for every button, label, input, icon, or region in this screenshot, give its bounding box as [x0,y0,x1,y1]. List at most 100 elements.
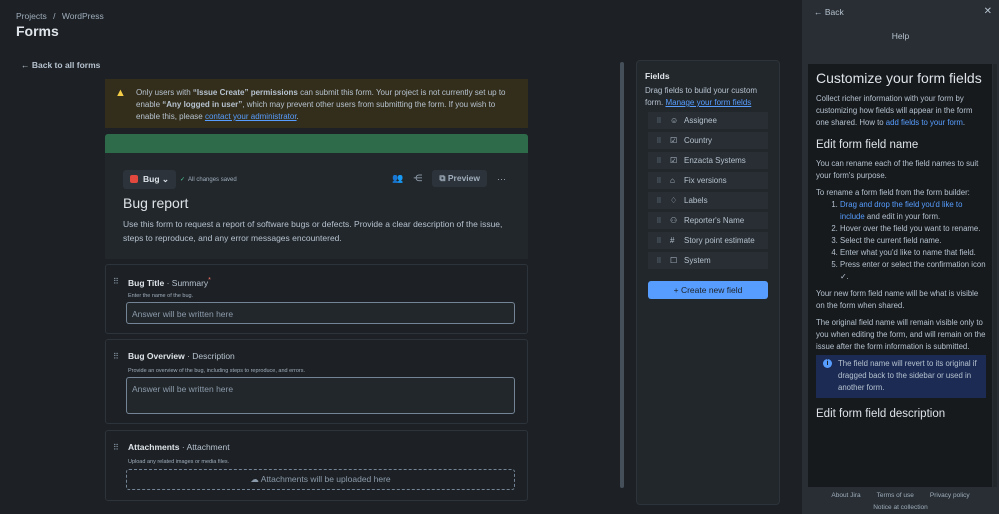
create-field-button[interactable]: + Create new field [648,281,768,299]
step: Select the current field name. [840,235,986,247]
field-item[interactable]: ⠿ # Story point estimate [648,232,768,249]
field-item[interactable]: ⠿ ☺ Assignee [648,112,768,129]
help-scrollbar[interactable] [993,64,997,487]
help-intro: Collect richer information with your for… [816,93,986,129]
field-type: · Attachment [181,442,230,452]
drag-handle-icon[interactable]: ⠿ [648,137,670,145]
field-name: Bug Title [128,277,165,288]
breadcrumb-separator: / [53,11,56,21]
field-item-label: Labels [684,196,708,205]
form-header: Bug ⌄ ✓ All changes saved 👥 ⋲ ⧉ Preview ·… [105,153,528,259]
breadcrumb: Projects / WordPress [16,11,104,21]
save-status: ✓ All changes saved [180,176,237,183]
drag-handle-icon[interactable]: ⠿ [113,352,119,361]
field-help[interactable]: Enter the name of the bug. [128,293,193,299]
back-to-forms-link[interactable]: ← Back to all forms [21,60,100,70]
form-color-banner[interactable] [105,134,528,153]
drag-handle-icon[interactable]: ⠿ [648,237,670,245]
arrow-left-icon: ← [814,7,825,17]
form-field-card[interactable]: ⠿ Bug Overview · Description Provide an … [105,339,528,424]
info-icon: i [823,359,832,368]
info-panel: i The field name will revert to its origi… [816,355,986,398]
permission-warning: ▲ Only users with “Issue Create” permiss… [105,79,528,128]
warning-text: Only users with [136,88,193,97]
field-item-label: Reporter's Name [684,216,745,225]
steps-list: Drag and drop the field you'd like to in… [816,199,986,283]
help-heading: Customize your form fields [816,70,982,86]
field-name: Attachments [128,442,180,452]
drag-handle-icon[interactable]: ⠿ [648,257,670,265]
help-paragraph: You can rename each of the field names t… [816,159,979,180]
field-type: · Description [187,351,235,361]
breadcrumb-project[interactable]: WordPress [62,11,104,21]
field-type-icon: ⚇ [670,216,678,225]
share-icon[interactable]: ⋲ [413,173,422,184]
drag-handle-icon[interactable]: ⠿ [648,217,670,225]
field-label[interactable]: Bug Title · Summary* [128,276,211,288]
add-fields-link[interactable]: add fields to your form [886,118,963,127]
answer-input[interactable]: Answer will be written here [126,302,515,324]
attachment-dropzone[interactable]: ☁ Attachments will be uploaded here [126,469,515,490]
issue-type-label: Bug [143,174,160,184]
external-link-icon: ⧉ [439,173,448,183]
main-scrollbar[interactable] [619,52,625,506]
form-field-card[interactable]: ⠿ Attachments · Attachment Upload any re… [105,430,528,501]
field-type-icon: ☑ [670,136,678,145]
dropzone-label: Attachments will be uploaded here [260,474,391,484]
field-label[interactable]: Attachments · Attachment [128,442,230,452]
field-item[interactable]: ⠿ ♢ Labels [648,192,768,209]
close-icon[interactable]: ✕ [984,6,992,17]
terms-link[interactable]: Terms of use [877,492,914,499]
field-item[interactable]: ⠿ ⌂ Fix versions [648,172,768,189]
field-item-label: Assignee [684,116,717,125]
field-item-label: Story point estimate [684,236,755,245]
more-icon[interactable]: ··· [497,174,506,184]
section-heading: Edit form field name [816,139,919,151]
help-paragraph: Your new form field name will be what is… [816,289,979,310]
manage-fields-link[interactable]: Manage your form fields [665,98,751,107]
field-name: Bug Overview [128,351,185,361]
scrollbar-thumb[interactable] [620,62,624,488]
field-item[interactable]: ⠿ ☑ Country [648,132,768,149]
people-icon[interactable]: 👥 [392,173,403,184]
form-title[interactable]: Bug report [123,195,188,211]
warning-any: “Any logged in user” [162,100,243,109]
field-item[interactable]: ⠿ ☐ System [648,252,768,269]
warning-perm: “Issue Create” permissions [192,88,298,97]
plus-icon: + [673,285,681,295]
notice-link[interactable]: Notice at collection [873,504,928,511]
step: Drag and drop the field you'd like to in… [840,199,986,223]
drag-handle-icon[interactable]: ⠿ [113,443,119,452]
drag-handle-icon[interactable]: ⠿ [648,157,670,165]
field-item[interactable]: ⠿ ⚇ Reporter's Name [648,212,768,229]
field-help[interactable]: Upload any related images or media files… [128,459,229,465]
field-type-icon: ☑ [670,156,678,165]
about-jira-link[interactable]: About Jira [831,492,860,499]
preview-button[interactable]: ⧉ Preview [432,170,487,187]
drag-handle-icon[interactable]: ⠿ [648,197,670,205]
help-back-button[interactable]: ← Back [814,7,844,17]
field-label[interactable]: Bug Overview · Description [128,351,235,361]
drag-handle-icon[interactable]: ⠿ [648,177,670,185]
privacy-link[interactable]: Privacy policy [930,492,970,499]
field-type-icon: ☺ [670,116,679,125]
chevron-down-icon: ⌄ [161,174,170,184]
step-text: and edit in your form. [864,212,941,221]
drag-handle-icon[interactable]: ⠿ [648,117,670,125]
form-description[interactable]: Use this form to request a report of sof… [123,217,508,245]
field-item-label: Enzacta Systems [684,156,746,165]
create-label: Create new field [680,285,743,295]
field-item[interactable]: ⠿ ☑ Enzacta Systems [648,152,768,169]
answer-textarea[interactable]: Answer will be written here [126,377,515,414]
drag-handle-icon[interactable]: ⠿ [113,277,119,286]
field-help[interactable]: Provide an overview of the bug, includin… [128,368,305,374]
info-text: The field name will revert to its origin… [838,359,977,392]
field-type-icon: ♢ [670,196,678,205]
breadcrumb-projects[interactable]: Projects [16,11,47,21]
contact-admin-link[interactable]: contact your administrator [205,112,297,121]
field-type-icon: ⌂ [670,176,675,185]
required-marker: * [208,276,211,284]
form-field-card[interactable]: ⠿ Bug Title · Summary* Enter the name of… [105,264,528,334]
warning-icon: ▲ [115,87,126,99]
issue-type-select[interactable]: Bug ⌄ [123,170,177,189]
